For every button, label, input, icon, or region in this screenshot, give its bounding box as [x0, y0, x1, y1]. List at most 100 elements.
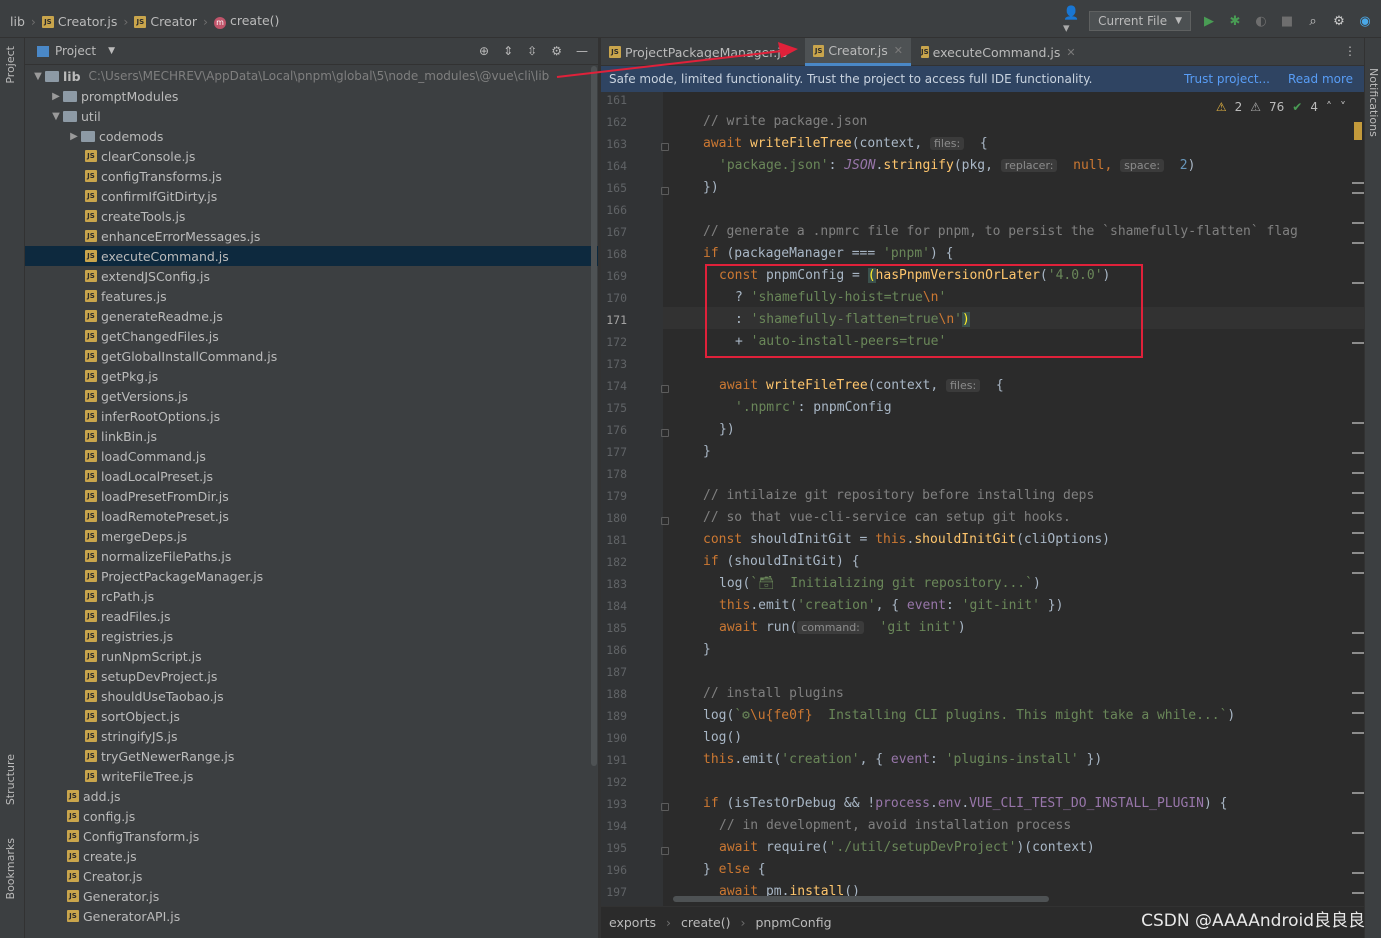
tab-creator[interactable]: JS Creator.js ✕ — [805, 38, 911, 66]
tree-file[interactable]: JS ConfigTransform.js — [25, 826, 598, 846]
scroll-marker[interactable] — [1352, 422, 1364, 424]
collapse-all-icon[interactable]: ⇳ — [527, 44, 537, 58]
scroll-marker[interactable] — [1352, 872, 1364, 874]
scroll-marker[interactable] — [1352, 832, 1364, 834]
tree-file[interactable]: JS tryGetNewerRange.js — [25, 746, 598, 766]
editor-scrollbar-markers[interactable] — [1350, 92, 1364, 906]
tree-file[interactable]: JS shouldUseTaobao.js — [25, 686, 598, 706]
scroll-marker[interactable] — [1352, 222, 1364, 224]
coverage-icon[interactable]: ◐ — [1253, 13, 1269, 29]
chevron-down-icon[interactable]: ˅ — [1340, 100, 1346, 114]
tree-file[interactable]: JS features.js — [25, 286, 598, 306]
scroll-marker[interactable] — [1352, 632, 1364, 634]
tab-executecommand[interactable]: JS executeCommand.js ✕ — [913, 38, 1079, 66]
tree-file[interactable]: JS rcPath.js — [25, 586, 598, 606]
horizontal-scrollbar[interactable] — [673, 896, 1049, 902]
scroll-marker[interactable] — [1352, 452, 1364, 454]
tree-file[interactable]: JS getGlobalInstallCommand.js — [25, 346, 598, 366]
tree-file[interactable]: JS clearConsole.js — [25, 146, 598, 166]
chevron-down-icon[interactable]: ▼ — [31, 71, 45, 82]
tree-file[interactable]: JS enhanceErrorMessages.js — [25, 226, 598, 246]
scroll-marker[interactable] — [1352, 532, 1364, 534]
tree-file[interactable]: JS create.js — [25, 846, 598, 866]
tree-file[interactable]: JS executeCommand.js — [25, 246, 598, 266]
more-tabs-icon[interactable]: ⋮ — [1344, 44, 1356, 58]
scroll-marker[interactable] — [1352, 182, 1364, 184]
scroll-marker[interactable] — [1352, 892, 1364, 894]
bookmarks-tool-button[interactable]: Bookmarks — [4, 838, 17, 899]
breadcrumb-class[interactable]: JS Creator — [134, 14, 197, 29]
tree-folder-util[interactable]: ▼ util — [25, 106, 598, 126]
tree-root-lib[interactable]: ▼ lib C:\Users\MECHREV\AppData\Local\pnp… — [25, 66, 598, 86]
tree-file[interactable]: JS createTools.js — [25, 206, 598, 226]
gear-icon[interactable]: ⚙ — [1331, 13, 1347, 29]
tree-file[interactable]: JS getChangedFiles.js — [25, 326, 598, 346]
scroll-marker[interactable] — [1352, 512, 1364, 514]
debug-icon[interactable]: ✱ — [1227, 13, 1243, 29]
code-editor[interactable]: // write package.json await writeFileTree… — [601, 92, 1364, 906]
tree-file[interactable]: JS generateReadme.js — [25, 306, 598, 326]
close-icon[interactable]: ✕ — [894, 44, 903, 57]
scroll-marker[interactable] — [1352, 712, 1364, 714]
code-crumb-create[interactable]: create() — [681, 915, 730, 930]
tree-file[interactable]: JS sortObject.js — [25, 706, 598, 726]
tree-file[interactable]: JS Creator.js — [25, 866, 598, 886]
tree-file[interactable]: JS mergeDeps.js — [25, 526, 598, 546]
close-icon[interactable]: ✕ — [1066, 46, 1075, 59]
tree-file[interactable]: JS Generator.js — [25, 886, 598, 906]
code-crumb-pnpmconfig[interactable]: pnpmConfig — [755, 915, 831, 930]
breadcrumb-method[interactable]: m create() — [213, 13, 279, 29]
scroll-marker[interactable] — [1352, 242, 1364, 244]
tree-folder-codemods[interactable]: ▶ codemods — [25, 126, 598, 146]
tree-file[interactable]: JS readFiles.js — [25, 606, 598, 626]
tree-file[interactable]: JS GeneratorAPI.js — [25, 906, 598, 926]
scroll-marker[interactable] — [1352, 492, 1364, 494]
tree-file[interactable]: JS config.js — [25, 806, 598, 826]
scroll-marker[interactable] — [1352, 192, 1364, 194]
project-view-label[interactable]: Project — [55, 44, 96, 58]
tree-file[interactable]: JS stringifyJS.js — [25, 726, 598, 746]
tree-file[interactable]: JS runNpmScript.js — [25, 646, 598, 666]
read-more-link[interactable]: Read more — [1288, 72, 1353, 86]
scroll-marker[interactable] — [1352, 652, 1364, 654]
tree-file[interactable]: JS add.js — [25, 786, 598, 806]
project-scrollbar[interactable] — [591, 66, 597, 766]
tree-file[interactable]: JS extendJSConfig.js — [25, 266, 598, 286]
scroll-marker[interactable] — [1352, 282, 1364, 284]
user-icon[interactable]: 👤▾ — [1063, 6, 1079, 36]
run-icon[interactable]: ▶ — [1201, 13, 1217, 29]
tree-file[interactable]: JS loadCommand.js — [25, 446, 598, 466]
structure-tool-button[interactable]: Structure — [4, 754, 17, 805]
notifications-tool-button[interactable]: Notifications — [1367, 68, 1380, 137]
hide-icon[interactable]: — — [576, 44, 588, 58]
scroll-marker[interactable] — [1352, 552, 1364, 554]
gear-icon[interactable]: ⚙ — [551, 44, 562, 58]
trust-project-link[interactable]: Trust project... — [1184, 72, 1270, 86]
scroll-marker[interactable] — [1352, 472, 1364, 474]
search-icon[interactable]: ⌕ — [1305, 13, 1321, 29]
stop-icon[interactable]: ■ — [1279, 13, 1295, 29]
scroll-marker[interactable] — [1352, 342, 1364, 344]
tree-folder-promptmodules[interactable]: ▶ promptModules — [25, 86, 598, 106]
tree-file[interactable]: JS confirmIfGitDirty.js — [25, 186, 598, 206]
tree-file[interactable]: JS setupDevProject.js — [25, 666, 598, 686]
tab-projectpackagemanager[interactable]: JS ProjectPackageManager.js — [601, 38, 801, 66]
tree-file[interactable]: JS configTransforms.js — [25, 166, 598, 186]
toolbox-icon[interactable]: ◉ — [1357, 13, 1373, 29]
tree-file[interactable]: JS getPkg.js — [25, 366, 598, 386]
scroll-marker[interactable] — [1352, 572, 1364, 574]
warning-stripe[interactable] — [1354, 122, 1362, 140]
breadcrumb-file[interactable]: JS Creator.js — [41, 14, 117, 29]
breadcrumb-lib[interactable]: lib — [10, 14, 25, 29]
tree-file[interactable]: JS ProjectPackageManager.js — [25, 566, 598, 586]
tree-file[interactable]: JS getVersions.js — [25, 386, 598, 406]
tree-file[interactable]: JS writeFileTree.js — [25, 766, 598, 786]
tree-file[interactable]: JS linkBin.js — [25, 426, 598, 446]
chevron-down-icon[interactable]: ▼ — [49, 111, 63, 122]
tree-file[interactable]: JS loadLocalPreset.js — [25, 466, 598, 486]
chevron-down-icon[interactable]: ▼ — [108, 46, 115, 56]
locate-icon[interactable]: ⊕ — [479, 44, 489, 58]
scroll-marker[interactable] — [1352, 792, 1364, 794]
chevron-right-icon[interactable]: ▶ — [67, 131, 81, 142]
tree-file[interactable]: JS inferRootOptions.js — [25, 406, 598, 426]
